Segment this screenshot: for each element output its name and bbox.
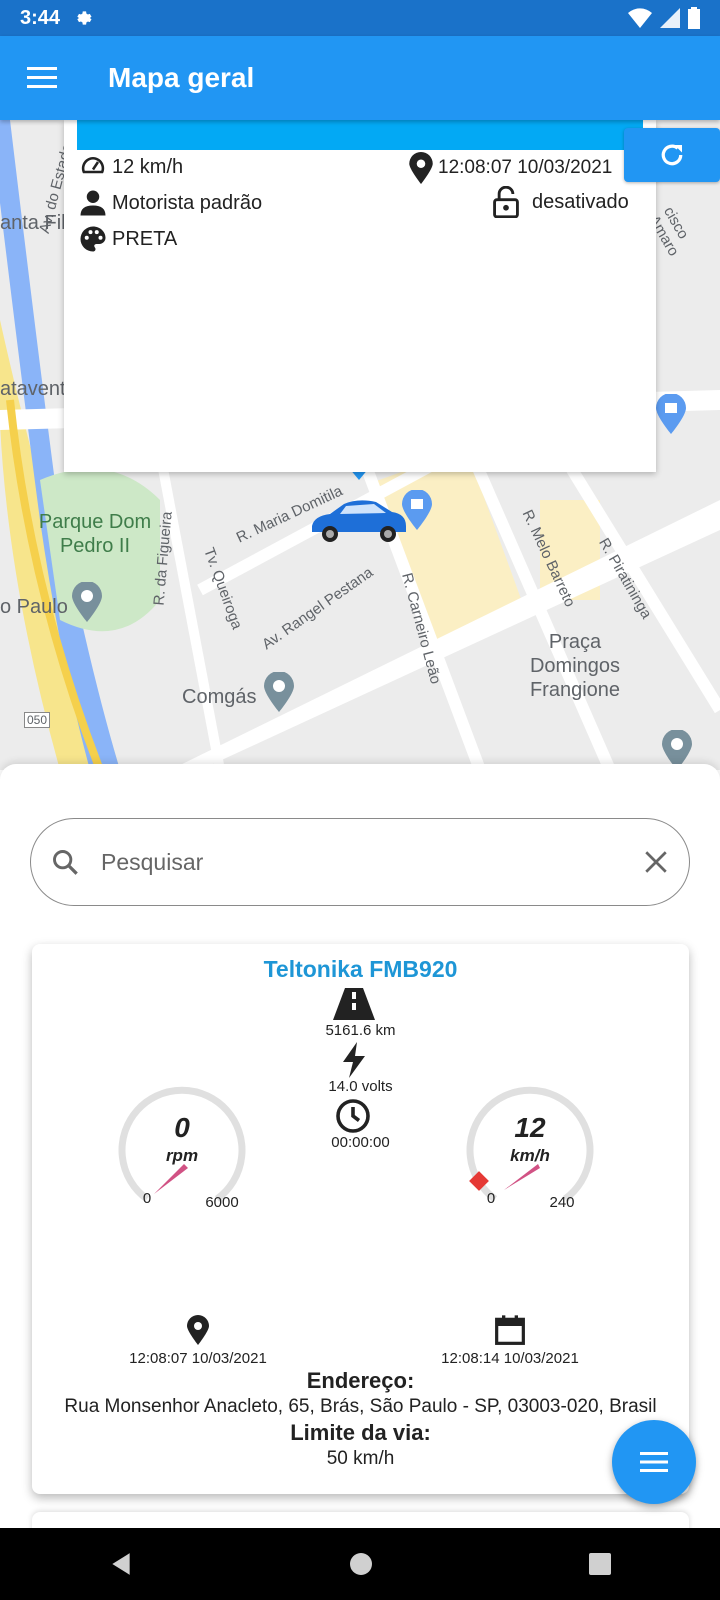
home-icon[interactable]: [349, 1552, 373, 1576]
clear-icon[interactable]: [643, 849, 669, 875]
map-label: Praça Domingos Frangione: [529, 631, 621, 701]
status-time: 3:44: [20, 6, 61, 29]
position-time: 12:08:07 10/03/2021: [129, 1350, 267, 1367]
status-bar: 3:44: [0, 0, 720, 36]
search-field[interactable]: Pesquisar: [30, 818, 690, 906]
map-label: atavent: [0, 378, 66, 400]
datetime-row: 12:08:07 10/03/2021: [408, 152, 612, 184]
list-icon: [640, 1452, 668, 1472]
refresh-button[interactable]: [624, 128, 720, 182]
server-time: 12:08:14 10/03/2021: [441, 1350, 579, 1367]
wifi-icon: [628, 8, 652, 28]
lock-row: desativado: [492, 186, 629, 218]
unlock-icon: [493, 186, 519, 218]
popup-header-bar: [77, 120, 643, 150]
map-label: o Paulo: [0, 596, 68, 618]
clock-icon: [336, 1099, 370, 1133]
speedometer-icon: [81, 157, 105, 174]
speed-max: 240: [549, 1194, 575, 1211]
hamburger-icon: [27, 67, 57, 88]
school-pin-icon: [72, 582, 102, 622]
odometer-value: 5161.6 km: [325, 1022, 396, 1039]
address-label: Endereço:: [306, 1368, 415, 1393]
speed-gauge-value: 12: [514, 1112, 546, 1143]
calendar-icon: [495, 1315, 525, 1345]
rpm-value: 0: [174, 1112, 190, 1143]
road-icon: [333, 988, 375, 1020]
rpm-max: 6000: [205, 1194, 239, 1211]
search-icon: [53, 850, 78, 875]
app-bar: Mapa geral: [0, 36, 720, 120]
page-title: Mapa geral: [108, 62, 255, 93]
car-marker-icon[interactable]: [306, 496, 410, 544]
vehicle-info-popup: 12 km/h 12:08:07 10/03/2021 Motorista pa…: [64, 120, 656, 472]
map-label: Comgás: [182, 686, 257, 708]
bottom-sheet: Pesquisar Teltonika FMB920 5161.6 km 14.…: [0, 764, 720, 1542]
rpm-unit: rpm: [165, 1146, 199, 1165]
place-pin-icon: [264, 672, 294, 712]
position-datetime: 12:08:07 10/03/2021: [438, 157, 613, 178]
back-icon[interactable]: [108, 1551, 134, 1577]
lightning-icon: [343, 1042, 365, 1078]
person-icon: [80, 190, 106, 216]
speed-min: 0: [486, 1190, 496, 1207]
route-shield: 050: [24, 712, 51, 728]
lock-status: desativado: [532, 190, 629, 213]
map-label: anta Fil: [0, 212, 66, 234]
driver-row: Motorista padrão: [78, 188, 262, 218]
recents-icon[interactable]: [588, 1552, 612, 1576]
speed-limit-label: Limite da via:: [290, 1420, 431, 1445]
menu-fab-button[interactable]: [612, 1420, 696, 1504]
location-pin-icon: [187, 1315, 209, 1345]
driver-name: Motorista padrão: [112, 191, 263, 214]
speed-row: 12 km/h: [78, 152, 183, 182]
rpm-min: 0: [142, 1190, 152, 1207]
vehicle-card[interactable]: Teltonika FMB920 5161.6 km 14.0 volts 00…: [32, 944, 689, 1494]
speed-value: 12 km/h: [112, 155, 184, 178]
menu-button[interactable]: [22, 58, 62, 98]
system-nav-bar: [0, 1528, 720, 1600]
speed-limit-value: 50 km/h: [326, 1448, 395, 1469]
palette-icon: [80, 226, 106, 252]
vehicle-color: PRETA: [112, 227, 178, 250]
map-label: Parque Dom Pedro II: [38, 511, 152, 557]
location-pin-icon: [409, 152, 433, 184]
battery-icon: [688, 7, 700, 29]
settings-gear-icon: [77, 11, 92, 25]
search-input[interactable]: Pesquisar: [101, 849, 643, 876]
address-value: Rua Monsenhor Anacleto, 65, Brás, São Pa…: [64, 1396, 657, 1417]
color-row: PRETA: [78, 224, 177, 254]
device-title: Teltonika FMB920: [263, 956, 458, 982]
refresh-icon: [661, 144, 683, 166]
speed-gauge-unit: km/h: [510, 1146, 550, 1165]
shopping-pin-icon: [656, 394, 686, 434]
signal-icon: [660, 8, 680, 28]
